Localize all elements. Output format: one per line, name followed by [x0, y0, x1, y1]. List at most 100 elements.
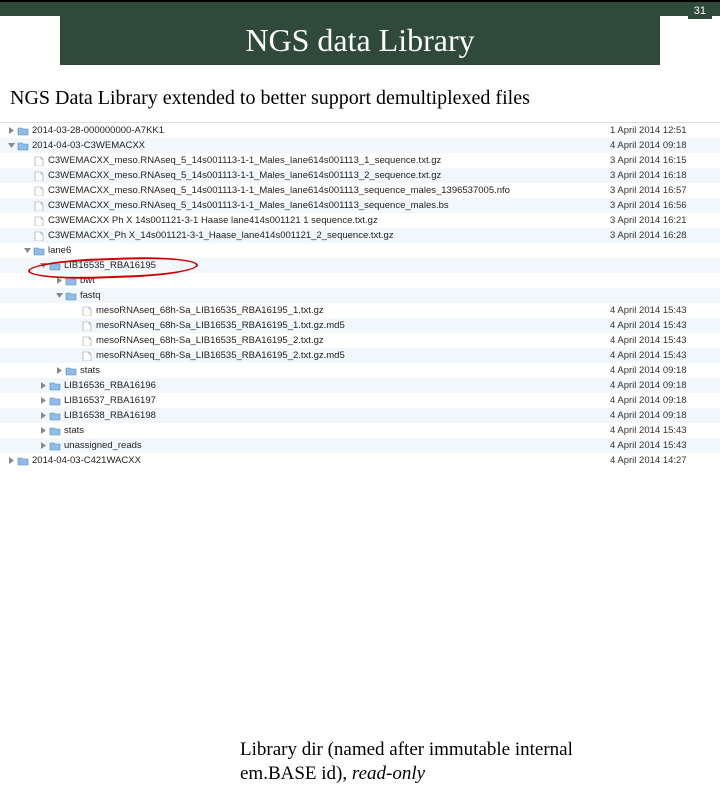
folder-row[interactable]: stats4 April 2014 15:43: [0, 423, 720, 438]
disclosure-right-icon[interactable]: [38, 427, 48, 434]
file-row[interactable]: C3WEMACXX Ph X 14s001121-3-1 Haase lane4…: [0, 213, 720, 228]
item-name: unassigned_reads: [64, 440, 610, 451]
disclosure-right-icon[interactable]: [6, 457, 16, 464]
item-date: 3 April 2014 16:28: [610, 230, 720, 241]
slide-subtitle: NGS Data Library extended to better supp…: [0, 65, 720, 122]
item-name: C3WEMACXX Ph X 14s001121-3-1 Haase lane4…: [48, 215, 610, 226]
disclosure-right-icon[interactable]: [54, 367, 64, 374]
folder-icon: [64, 365, 78, 377]
item-date: 3 April 2014 16:15: [610, 155, 720, 166]
item-name: LIB16536_RBA16196: [64, 380, 610, 391]
item-date: 4 April 2014 15:43: [610, 425, 720, 436]
folder-icon: [48, 380, 62, 392]
item-name: mesoRNAseq_68h-Sa_LIB16535_RBA16195_2.tx…: [96, 335, 610, 346]
item-name: C3WEMACXX_meso.RNAseq_5_14s001113-1-1_Ma…: [48, 170, 610, 181]
file-icon: [32, 215, 46, 227]
item-name: C3WEMACXX_meso.RNAseq_5_14s001113-1-1_Ma…: [48, 200, 610, 211]
disclosure-right-icon[interactable]: [38, 412, 48, 419]
file-row[interactable]: C3WEMACXX_Ph X_14s001121-3-1_Haase_lane4…: [0, 228, 720, 243]
folder-icon: [48, 395, 62, 407]
item-name: bwt: [80, 275, 610, 286]
file-icon: [80, 305, 94, 317]
item-name: LIB16535_RBA16195: [64, 260, 610, 271]
file-row[interactable]: mesoRNAseq_68h-Sa_LIB16535_RBA16195_2.tx…: [0, 348, 720, 363]
item-date: 3 April 2014 16:18: [610, 170, 720, 181]
item-date: 4 April 2014 09:18: [610, 395, 720, 406]
folder-icon: [16, 125, 30, 137]
item-date: 4 April 2014 09:18: [610, 365, 720, 376]
item-date: 3 April 2014 16:56: [610, 200, 720, 211]
item-date: 1 April 2014 12:51: [610, 125, 720, 136]
page-number-badge: 31: [688, 3, 712, 19]
disclosure-down-icon[interactable]: [38, 262, 48, 269]
item-name: C3WEMACXX_meso.RNAseq_5_14s001113-1-1_Ma…: [48, 155, 610, 166]
folder-row[interactable]: LIB16535_RBA16195: [0, 258, 720, 273]
annotation-text: Library dir (named after immutable inter…: [240, 738, 573, 786]
disclosure-right-icon[interactable]: [38, 397, 48, 404]
file-icon: [32, 230, 46, 242]
file-row[interactable]: C3WEMACXX_meso.RNAseq_5_14s001113-1-1_Ma…: [0, 183, 720, 198]
disclosure-right-icon[interactable]: [6, 127, 16, 134]
folder-row[interactable]: LIB16536_RBA161964 April 2014 09:18: [0, 378, 720, 393]
folder-row[interactable]: fastq: [0, 288, 720, 303]
rule-thick: [0, 2, 720, 16]
item-date: 4 April 2014 15:43: [610, 350, 720, 361]
item-date: 4 April 2014 09:18: [610, 410, 720, 421]
folder-icon: [64, 275, 78, 287]
item-name: LIB16538_RBA16198: [64, 410, 610, 421]
folder-row[interactable]: bwt: [0, 273, 720, 288]
folder-icon: [16, 140, 30, 152]
disclosure-down-icon[interactable]: [54, 292, 64, 299]
item-name: stats: [80, 365, 610, 376]
item-date: 3 April 2014 16:57: [610, 185, 720, 196]
file-icon: [32, 170, 46, 182]
folder-icon: [64, 290, 78, 302]
disclosure-right-icon[interactable]: [54, 277, 64, 284]
title-bar: NGS data Library: [60, 16, 660, 65]
item-date: 4 April 2014 09:18: [610, 380, 720, 391]
folder-row[interactable]: LIB16537_RBA161974 April 2014 09:18: [0, 393, 720, 408]
file-icon: [80, 320, 94, 332]
item-name: mesoRNAseq_68h-Sa_LIB16535_RBA16195_1.tx…: [96, 320, 610, 331]
file-row[interactable]: C3WEMACXX_meso.RNAseq_5_14s001113-1-1_Ma…: [0, 168, 720, 183]
disclosure-right-icon[interactable]: [38, 442, 48, 449]
annotation-line1: Library dir (named after immutable inter…: [240, 739, 573, 760]
item-date: 4 April 2014 15:43: [610, 440, 720, 451]
folder-row[interactable]: stats4 April 2014 09:18: [0, 363, 720, 378]
folder-icon: [48, 440, 62, 452]
file-row[interactable]: mesoRNAseq_68h-Sa_LIB16535_RBA16195_1.tx…: [0, 318, 720, 333]
folder-row[interactable]: 2014-03-28-000000000-A7KK11 April 2014 1…: [0, 123, 720, 138]
folder-row[interactable]: 2014-04-03-C3WEMACXX4 April 2014 09:18: [0, 138, 720, 153]
disclosure-down-icon[interactable]: [22, 247, 32, 254]
folder-row[interactable]: LIB16538_RBA161984 April 2014 09:18: [0, 408, 720, 423]
item-name: fastq: [80, 290, 610, 301]
folder-icon: [48, 410, 62, 422]
file-icon: [32, 185, 46, 197]
item-date: 4 April 2014 15:43: [610, 320, 720, 331]
folder-row[interactable]: unassigned_reads4 April 2014 15:43: [0, 438, 720, 453]
file-browser: 2014-03-28-000000000-A7KK11 April 2014 1…: [0, 122, 720, 468]
folder-row[interactable]: 2014-04-03-C421WACXX4 April 2014 14:27: [0, 453, 720, 468]
item-date: 4 April 2014 15:43: [610, 305, 720, 316]
file-icon: [32, 155, 46, 167]
item-name: C3WEMACXX_meso.RNAseq_5_14s001113-1-1_Ma…: [48, 185, 610, 196]
file-icon: [80, 350, 94, 362]
file-icon: [32, 200, 46, 212]
file-row[interactable]: mesoRNAseq_68h-Sa_LIB16535_RBA16195_1.tx…: [0, 303, 720, 318]
folder-row[interactable]: lane6: [0, 243, 720, 258]
folder-icon: [48, 425, 62, 437]
item-name: lane6: [48, 245, 610, 256]
file-row[interactable]: C3WEMACXX_meso.RNAseq_5_14s001113-1-1_Ma…: [0, 198, 720, 213]
disclosure-right-icon[interactable]: [38, 382, 48, 389]
file-row[interactable]: C3WEMACXX_meso.RNAseq_5_14s001113-1-1_Ma…: [0, 153, 720, 168]
file-icon: [80, 335, 94, 347]
folder-icon: [16, 455, 30, 467]
annotation-readonly: read-only: [352, 763, 425, 784]
item-name: LIB16537_RBA16197: [64, 395, 610, 406]
file-row[interactable]: mesoRNAseq_68h-Sa_LIB16535_RBA16195_2.tx…: [0, 333, 720, 348]
item-name: 2014-04-03-C421WACXX: [32, 455, 610, 466]
folder-icon: [32, 245, 46, 257]
disclosure-down-icon[interactable]: [6, 142, 16, 149]
item-name: mesoRNAseq_68h-Sa_LIB16535_RBA16195_2.tx…: [96, 350, 610, 361]
item-name: C3WEMACXX_Ph X_14s001121-3-1_Haase_lane4…: [48, 230, 610, 241]
